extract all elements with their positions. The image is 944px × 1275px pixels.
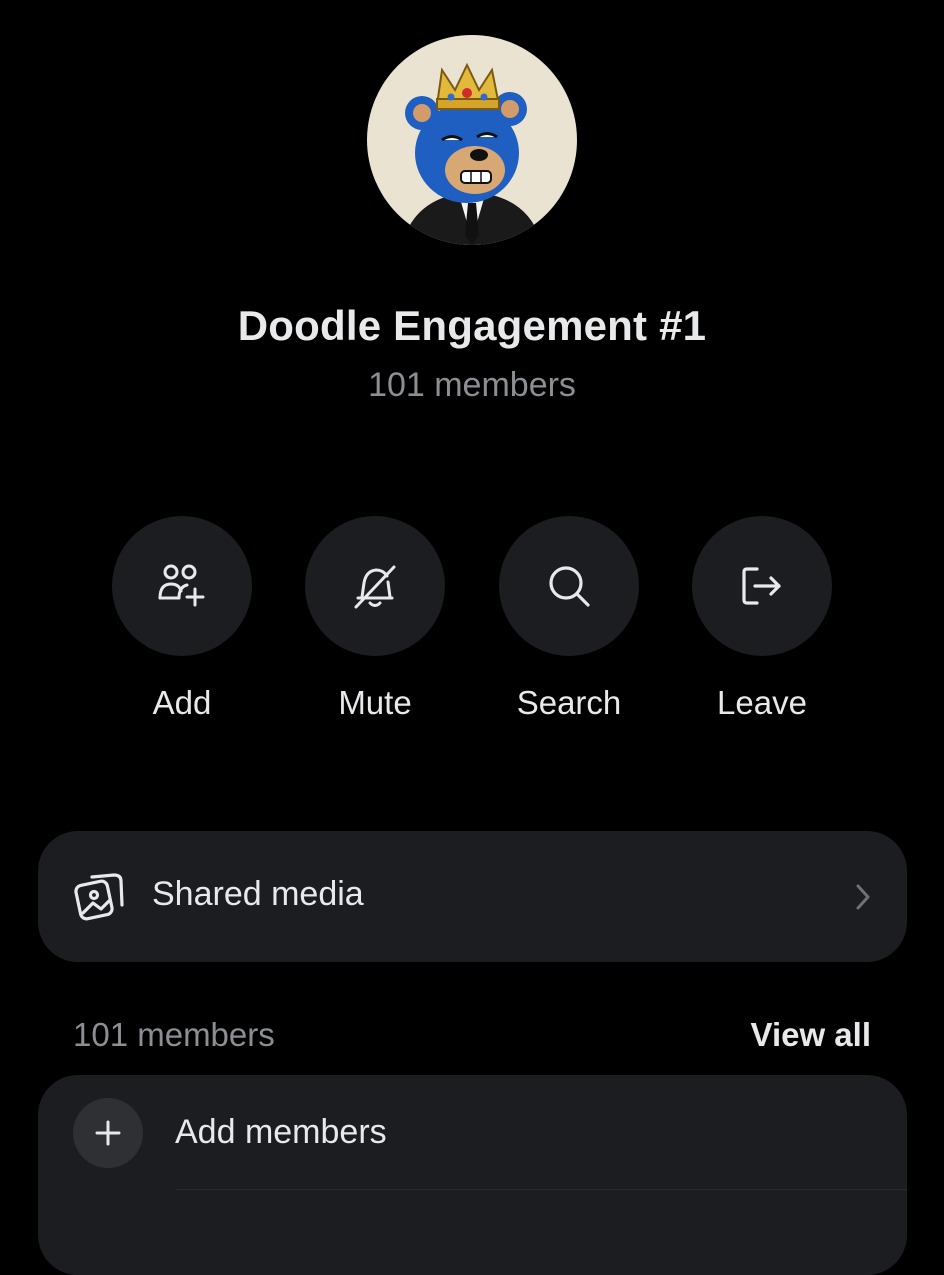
mute-action-button[interactable]: Mute [275,516,475,722]
leave-icon [742,567,781,605]
group-member-count: 101 members [368,366,576,404]
leave-action-label: Leave [717,684,807,721]
view-all-link[interactable]: View all [751,1016,871,1054]
add-action-circle[interactable] [112,516,252,656]
search-action-button[interactable]: Search [469,516,669,722]
group-avatar[interactable] [367,35,577,245]
shared-media-row[interactable]: Shared media [38,831,907,962]
bell-off-icon [354,565,396,609]
search-action-label: Search [516,684,622,721]
group-title: Doodle Engagement #1 [237,302,707,349]
members-list-card: Add members [38,1075,907,1275]
list-divider [175,1189,907,1190]
mute-action-label: Mute [338,684,412,721]
chevron-right-icon [849,881,877,913]
search-icon [549,566,590,607]
add-action-label: Add [152,684,212,721]
leave-action-button[interactable]: Leave [662,516,862,722]
members-section-count: 101 members [73,1016,275,1053]
bear-king-avatar-image [402,62,542,245]
search-action-circle[interactable] [499,516,639,656]
leave-action-circle[interactable] [692,516,832,656]
add-action-button[interactable]: Add [82,516,282,722]
mute-action-circle[interactable] [305,516,445,656]
add-people-icon [158,564,205,607]
media-gallery-icon [74,871,126,923]
shared-media-label: Shared media [152,875,364,913]
plus-icon [95,1120,121,1146]
add-members-label[interactable]: Add members [175,1113,387,1152]
add-members-button[interactable] [73,1098,143,1168]
